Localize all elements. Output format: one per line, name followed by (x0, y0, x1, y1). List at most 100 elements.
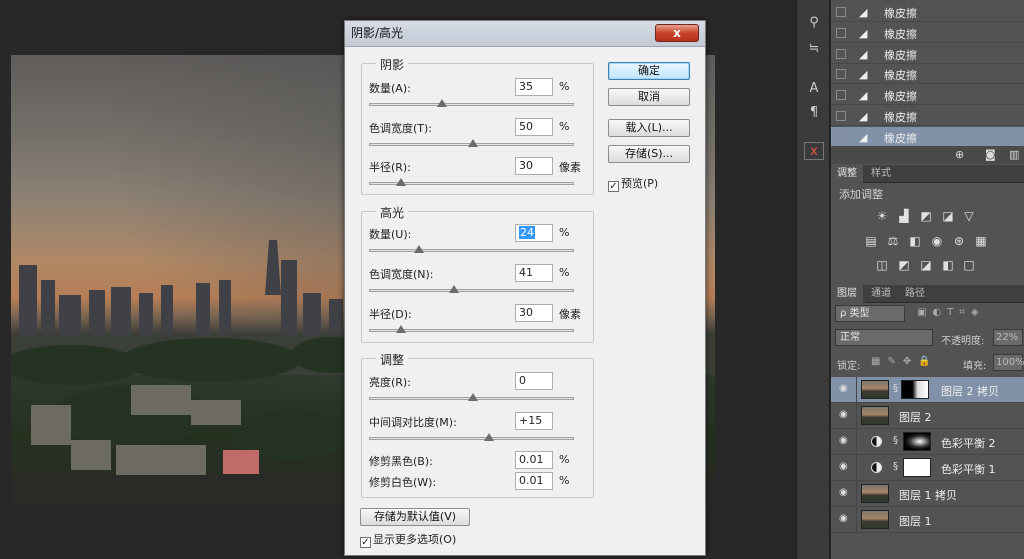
selective-color-icon[interactable]: □ (962, 258, 976, 272)
brightness-row: 亮度(R): 0 (369, 372, 585, 390)
tab-channels[interactable]: 通道 (865, 285, 897, 303)
photo-filter-icon[interactable]: ◉ (930, 234, 944, 248)
new-snapshot-icon[interactable]: ⊕ (955, 148, 964, 161)
load-button[interactable]: 载入(L)... (608, 119, 690, 137)
slider-thumb[interactable] (483, 433, 494, 442)
blend-mode-select[interactable]: 正常 (835, 329, 933, 346)
paragraph-icon[interactable]: ¶ (804, 104, 824, 122)
slider-thumb[interactable] (436, 99, 447, 108)
history-checkbox[interactable] (836, 69, 846, 80)
layer-filter-select[interactable]: ρ 类型 (835, 305, 905, 322)
fill-input[interactable]: 100% (993, 354, 1024, 371)
layer-name: 色彩平衡 2 (941, 437, 996, 450)
slider-thumb[interactable] (414, 245, 425, 254)
close-button[interactable]: x (655, 24, 699, 42)
history-item[interactable]: ◢ 橡皮擦 (831, 23, 1024, 43)
levels-icon[interactable]: ▟ (897, 209, 911, 223)
layer-row[interactable]: ◉ 图层 2 (831, 403, 1024, 429)
black-white-icon[interactable]: ◧ (908, 234, 922, 248)
layer-row[interactable]: ◉ § 图层 2 拷贝 (831, 377, 1024, 403)
midtone-contrast-input[interactable]: +15 (515, 412, 553, 430)
dialog-title-bar[interactable]: 阴影/高光 x (345, 21, 705, 47)
camera-icon[interactable]: ◙ (985, 148, 996, 161)
history-checkbox[interactable] (836, 48, 846, 59)
gradient-map-icon[interactable]: ◧ (941, 258, 955, 272)
eye-icon[interactable]: ◉ (839, 461, 848, 472)
history-item[interactable]: ◢ 橡皮擦 (831, 2, 1024, 22)
history-checkbox[interactable] (836, 90, 846, 101)
shadows-amount-input[interactable]: 35 (515, 78, 553, 96)
exposure-icon[interactable]: ◪ (941, 209, 955, 223)
clone-source-icon[interactable]: ≒ (804, 40, 824, 58)
invert-icon[interactable]: ◫ (875, 258, 889, 272)
eye-icon[interactable]: ◉ (839, 435, 848, 446)
shadows-amount-slider[interactable] (369, 99, 574, 109)
hue-saturation-icon[interactable]: ▤ (864, 234, 878, 248)
threshold-icon[interactable]: ◪ (919, 258, 933, 272)
vibrance-icon[interactable]: ▽ (962, 209, 976, 223)
slider-thumb[interactable] (467, 393, 478, 402)
midtone-contrast-slider[interactable] (369, 433, 574, 443)
cancel-button[interactable]: 取消 (608, 88, 690, 106)
brightness-slider[interactable] (369, 393, 574, 403)
history-checkbox[interactable] (836, 7, 846, 17)
brightness-icon[interactable]: ☀ (875, 209, 889, 223)
lock-icons[interactable]: ▦✎✥🔒 (871, 356, 938, 367)
shadows-radius-input[interactable]: 30 (515, 157, 553, 175)
brightness-input[interactable]: 0 (515, 372, 553, 390)
highlights-amount-input[interactable]: 24 (515, 224, 553, 242)
brush-presets-icon[interactable]: ⚲ (804, 14, 824, 32)
history-checkbox[interactable] (836, 131, 846, 142)
layer-row[interactable]: ◉ § 色彩平衡 2 (831, 429, 1024, 455)
slider-thumb[interactable] (467, 139, 478, 148)
history-checkbox[interactable] (836, 27, 846, 38)
eye-icon[interactable]: ◉ (839, 383, 848, 394)
filter-icons[interactable]: ▣◐T⌗◈ (917, 307, 985, 318)
save-button[interactable]: 存储(S)... (608, 145, 690, 163)
slider-thumb[interactable] (395, 325, 406, 334)
history-item[interactable]: ◢ 橡皮擦 (831, 126, 1024, 147)
highlights-radius-slider[interactable] (369, 325, 574, 335)
history-item[interactable]: ◢ 橡皮擦 (831, 44, 1024, 64)
slider-thumb[interactable] (395, 178, 406, 187)
ok-button[interactable]: 确定 (608, 62, 690, 80)
save-default-button[interactable]: 存储为默认值(V) (360, 508, 470, 526)
layer-row[interactable]: ◉ § 色彩平衡 1 (831, 455, 1024, 481)
tab-layers[interactable]: 图层 (831, 285, 863, 303)
posterize-icon[interactable]: ◩ (897, 258, 911, 272)
history-item[interactable]: ◢ 橡皮擦 (831, 85, 1024, 106)
shadows-tonal-slider[interactable] (369, 139, 574, 149)
highlights-tonal-input[interactable]: 41 (515, 264, 553, 282)
opacity-input[interactable]: 22% (993, 329, 1023, 346)
clip-black-input[interactable]: 0.01 (515, 451, 553, 469)
eye-icon[interactable]: ◉ (839, 487, 848, 498)
tab-paths[interactable]: 路径 (899, 285, 931, 303)
layer-row[interactable]: ◉ 图层 1 (831, 507, 1024, 533)
curves-icon[interactable]: ◩ (919, 209, 933, 223)
channel-mixer-icon[interactable]: ⊛ (952, 234, 966, 248)
shadows-tonal-input[interactable]: 50 (515, 118, 553, 136)
layer-row[interactable]: ◉ 图层 1 拷贝 (831, 481, 1024, 507)
history-item[interactable]: ◢ 橡皮擦 (831, 64, 1024, 85)
tab-adjustments[interactable]: 调整 (831, 165, 863, 183)
link-icon: § (893, 461, 898, 472)
preview-checkbox[interactable]: ✓ 预览(P) (608, 175, 658, 192)
history-item[interactable]: ◢ 橡皮擦 (831, 106, 1024, 126)
layer-filter-label: ρ 类型 (840, 308, 870, 319)
highlights-radius-input[interactable]: 30 (515, 304, 553, 322)
eye-icon[interactable]: ◉ (839, 409, 848, 420)
history-checkbox[interactable] (836, 111, 846, 121)
show-more-checkbox[interactable]: ✓ 显示更多选项(O) (360, 531, 456, 548)
close-panels-icon[interactable]: x (804, 142, 824, 160)
character-icon[interactable]: A (804, 80, 824, 98)
color-lookup-icon[interactable]: ▦ (974, 234, 988, 248)
slider-thumb[interactable] (449, 285, 460, 294)
shadows-radius-slider[interactable] (369, 178, 574, 188)
eye-icon[interactable]: ◉ (839, 513, 848, 524)
tab-styles[interactable]: 样式 (865, 165, 897, 183)
highlights-tonal-slider[interactable] (369, 285, 574, 295)
highlights-amount-slider[interactable] (369, 245, 574, 255)
clip-white-input[interactable]: 0.01 (515, 472, 553, 490)
color-balance-icon[interactable]: ⚖ (886, 234, 900, 248)
trash-icon[interactable]: ▥ (1009, 148, 1019, 161)
